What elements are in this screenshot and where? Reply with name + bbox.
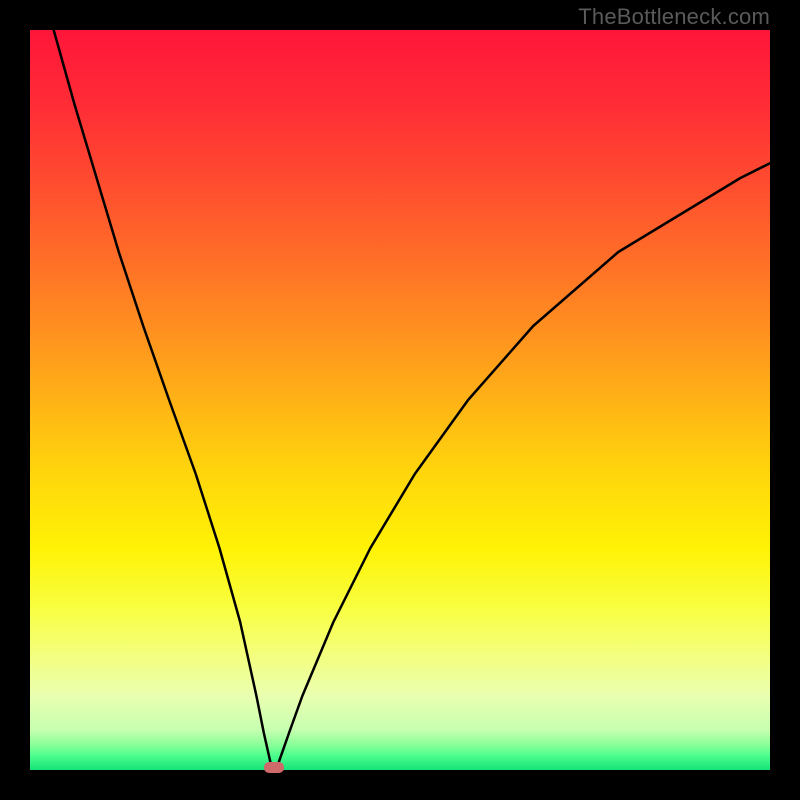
minimum-marker [264, 762, 284, 773]
chart-svg [30, 30, 770, 770]
chart-background-gradient [30, 30, 770, 770]
watermark-text: TheBottleneck.com [578, 4, 770, 30]
chart-frame [30, 30, 770, 770]
